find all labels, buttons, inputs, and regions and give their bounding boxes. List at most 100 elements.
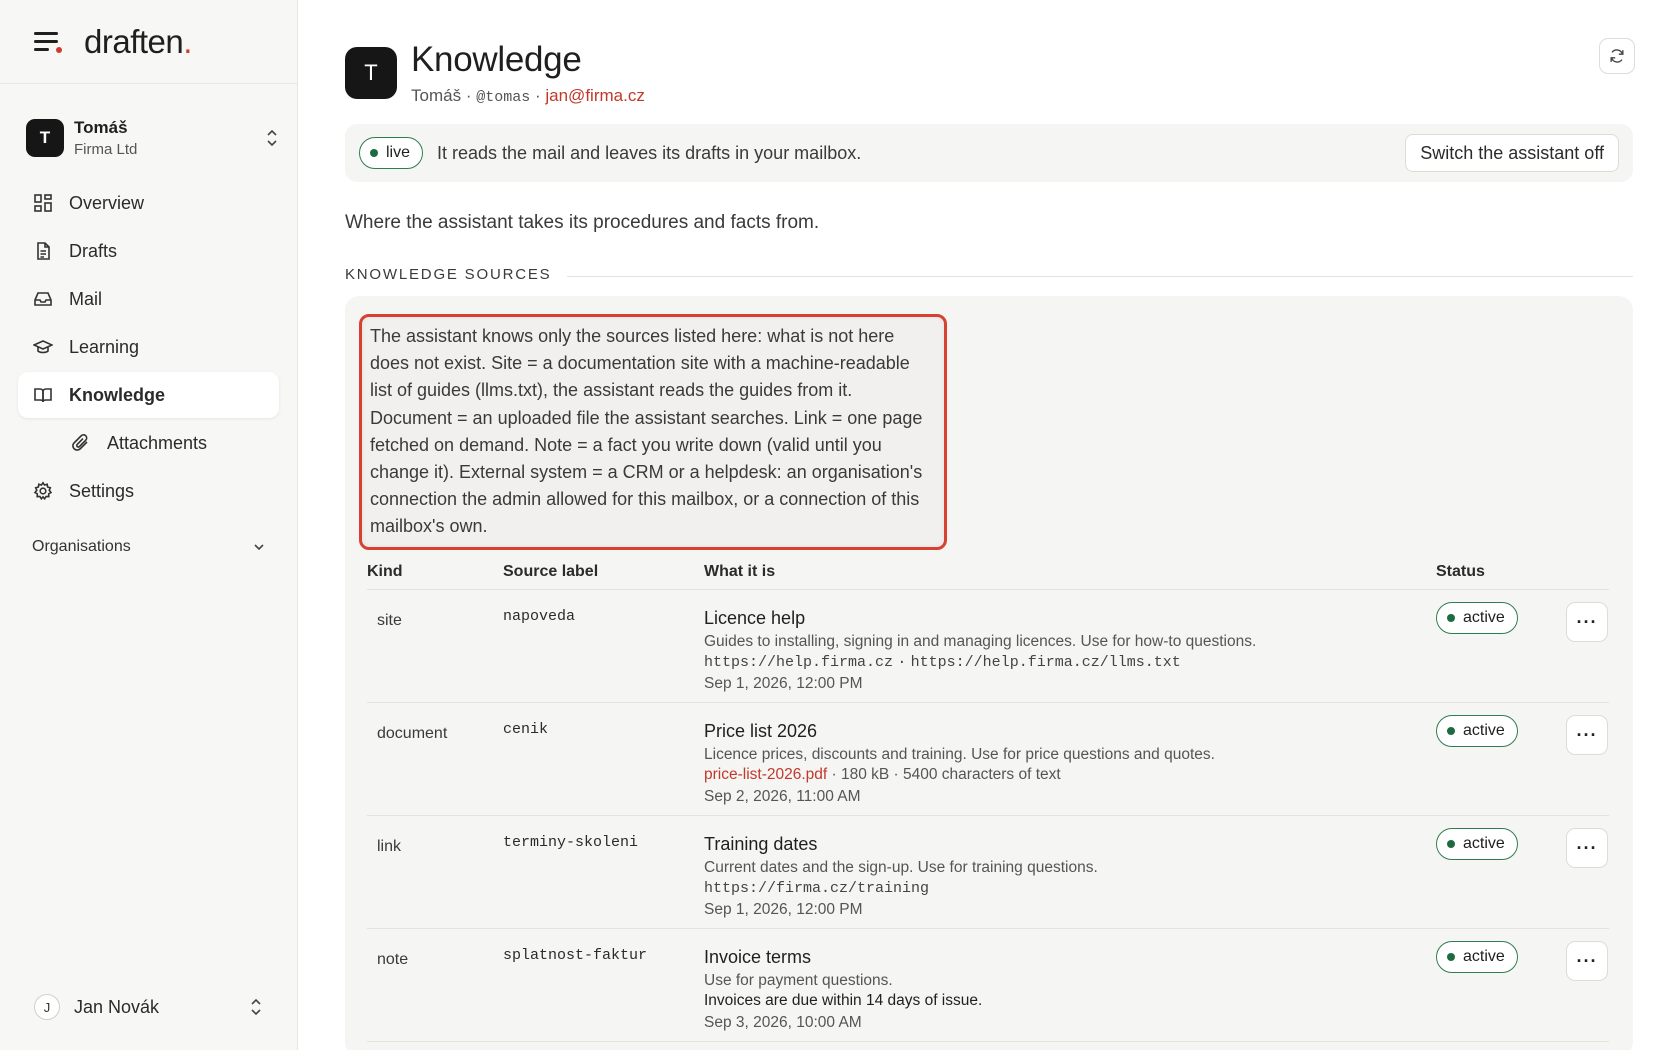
paperclip-icon <box>72 434 88 451</box>
row-description: Current dates and the sign-up. Use for t… <box>704 859 1098 876</box>
organisations-toggle[interactable]: Organisations <box>32 538 265 556</box>
organisations-label: Organisations <box>32 538 131 555</box>
sidebar-item-label: Drafts <box>69 240 118 261</box>
table-row: document cenik Price list 2026 Licence p… <box>367 703 1609 816</box>
status-badge: active <box>1436 715 1518 747</box>
more-actions-button[interactable]: ··· <box>1566 941 1608 981</box>
assistant-status-bar: live It reads the mail and leaves its dr… <box>345 124 1633 182</box>
sidebar-item-learning[interactable]: Learning <box>18 324 279 370</box>
row-label: terminy-skoleni <box>503 834 639 851</box>
llms-url-link[interactable]: https://help.firma.cz/llms.txt <box>911 654 1181 671</box>
chevron-updown-icon <box>251 998 261 1016</box>
sidebar-nav: Overview Drafts Mail Learning Knowledge … <box>18 180 279 514</box>
refresh-button[interactable] <box>1599 38 1635 74</box>
sidebar-item-drafts[interactable]: Drafts <box>18 228 279 274</box>
account-org: Firma Ltd <box>74 141 138 158</box>
sidebar-item-mail[interactable]: Mail <box>18 276 279 322</box>
row-description: Use for payment questions. <box>704 972 893 989</box>
refresh-icon <box>1610 49 1624 63</box>
gear-icon <box>33 481 53 501</box>
switch-assistant-off-button[interactable]: Switch the assistant off <box>1405 134 1619 172</box>
header-kind: Kind <box>367 562 403 580</box>
row-date: Sep 1, 2026, 12:00 PM <box>704 675 863 692</box>
menu-icon[interactable] <box>34 31 62 53</box>
graduation-cap-icon <box>33 340 53 354</box>
section-title: KNOWLEDGE SOURCES <box>345 266 552 283</box>
row-title: Invoice terms <box>704 947 812 967</box>
sidebar-item-label: Learning <box>69 336 140 357</box>
file-meta: · 180 kB · 5400 characters of text <box>827 766 1061 783</box>
more-actions-button[interactable]: ··· <box>1566 602 1608 642</box>
row-title: Training dates <box>704 834 818 854</box>
sidebar-item-label: Overview <box>69 192 145 213</box>
page-avatar: T <box>345 47 397 99</box>
account-switcher[interactable]: T Tomáš Firma Ltd <box>26 114 279 162</box>
header-what: What it is <box>704 562 776 580</box>
table-row: note splatnost-faktur Invoice terms Use … <box>367 929 1609 1042</box>
knowledge-sources-panel: The assistant knows only the sources lis… <box>345 296 1633 1050</box>
row-kind: note <box>377 951 409 968</box>
row-kind: site <box>377 612 402 629</box>
page-subtitle: Tomáš · @tomas · jan@firma.cz <box>411 86 645 106</box>
book-open-icon <box>34 388 52 403</box>
row-description: Guides to installing, signing in and man… <box>704 633 1257 650</box>
status-badge: active <box>1436 828 1518 860</box>
row-date: Sep 3, 2026, 10:00 AM <box>704 1014 862 1031</box>
header-status: Status <box>1436 562 1485 580</box>
status-badge: active <box>1436 941 1518 973</box>
sidebar-item-settings[interactable]: Settings <box>18 468 279 514</box>
assistant-status-text: It reads the mail and leaves its drafts … <box>437 142 862 163</box>
brand-logo[interactable]: draften. <box>84 23 192 61</box>
row-title: Price list 2026 <box>704 721 818 741</box>
grid-icon <box>34 194 52 212</box>
document-icon <box>37 242 50 260</box>
section-header: KNOWLEDGE SOURCES <box>345 266 1633 283</box>
owner-name: Tomáš <box>411 86 462 105</box>
row-kind: document <box>377 725 448 742</box>
info-note-text: The assistant knows only the sources lis… <box>370 326 923 537</box>
sidebar-item-label: Settings <box>69 480 135 501</box>
user-menu[interactable]: J Jan Novák <box>34 994 263 1020</box>
sidebar-item-overview[interactable]: Overview <box>18 180 279 226</box>
row-title: Licence help <box>704 608 806 628</box>
main-content: T Knowledge Tomáš · @tomas · jan@firma.c… <box>345 0 1635 1050</box>
file-link[interactable]: price-list-2026.pdf <box>704 766 827 783</box>
row-label: napoveda <box>503 608 576 625</box>
more-actions-button[interactable]: ··· <box>1566 828 1608 868</box>
status-badge: active <box>1436 602 1518 634</box>
chevron-down-icon <box>254 544 264 551</box>
site-url-link[interactable]: https://help.firma.cz <box>704 654 893 671</box>
header-label: Source label <box>503 562 599 580</box>
account-avatar: T <box>26 119 64 157</box>
inbox-icon <box>34 292 52 306</box>
owner-handle: @tomas <box>476 89 531 106</box>
row-description: Licence prices, discounts and training. … <box>704 746 1215 763</box>
info-note: The assistant knows only the sources lis… <box>359 314 947 550</box>
row-date: Sep 2, 2026, 11:00 AM <box>704 788 861 805</box>
page-url-link[interactable]: https://firma.cz/training <box>704 880 929 897</box>
sidebar-item-attachments[interactable]: Attachments <box>18 420 279 466</box>
divider <box>567 276 1633 277</box>
chevron-updown-icon <box>267 129 277 147</box>
more-actions-button[interactable]: ··· <box>1566 715 1608 755</box>
page-title: Knowledge <box>411 40 582 79</box>
page-description: Where the assistant takes its procedures… <box>345 212 820 233</box>
sidebar: draften. T Tomáš Firma Ltd Overview Draf… <box>0 0 298 1050</box>
table-row: link terminy-skoleni Training dates Curr… <box>367 816 1609 929</box>
user-avatar: J <box>34 994 60 1020</box>
row-label: splatnost-faktur <box>503 947 648 964</box>
table-row: site napoveda Licence help Guides to ins… <box>367 590 1609 703</box>
sidebar-item-knowledge[interactable]: Knowledge <box>18 372 279 418</box>
brand-bar: draften. <box>0 0 297 84</box>
account-name: Tomáš <box>74 118 128 137</box>
sidebar-item-label: Mail <box>69 288 103 309</box>
row-date: Sep 1, 2026, 12:00 PM <box>704 901 863 918</box>
row-label: cenik <box>503 721 549 738</box>
row-fact: Invoices are due within 14 days of issue… <box>704 992 983 1009</box>
sidebar-item-label: Attachments <box>107 432 208 453</box>
table-header: Kind Source label What it is Status <box>367 554 1609 590</box>
row-kind: link <box>377 838 402 855</box>
user-name: Jan Novák <box>74 996 160 1017</box>
owner-email-link[interactable]: jan@firma.cz <box>545 86 644 105</box>
sources-table: Kind Source label What it is Status site… <box>367 554 1609 1042</box>
